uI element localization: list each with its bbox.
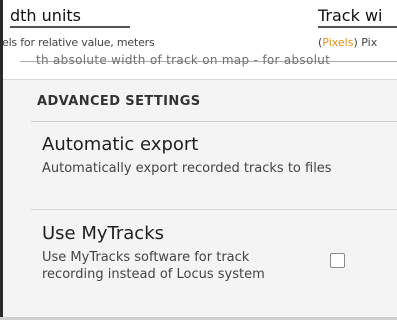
preference-divider [31, 209, 397, 210]
ghost-strike-line [20, 61, 397, 62]
width-units-description: els for relative value, meters [2, 36, 155, 49]
automatic-export-preference[interactable]: Automatic export Automatically export re… [42, 134, 382, 177]
use-mytracks-summary: Use MyTracks software for track recordin… [42, 250, 265, 282]
pixels-value: Pixels [322, 36, 354, 49]
ghost-description-text: th absolute width of track on map - for … [36, 53, 331, 67]
width-units-title: dth units [10, 6, 81, 25]
preference-header-fragment: dth units Track wi els for relative valu… [0, 0, 397, 78]
settings-list: ADVANCED SETTINGS Automatic export Autom… [0, 80, 397, 320]
value-suffix: ) Pix [353, 36, 378, 49]
track-width-title: Track wi [318, 6, 383, 25]
use-mytracks-checkbox[interactable] [330, 253, 345, 268]
left-edge-border [0, 0, 3, 320]
section-header-advanced-settings: ADVANCED SETTINGS [37, 94, 201, 109]
title-underline [10, 26, 130, 28]
title-underline-right [318, 26, 397, 28]
automatic-export-title: Automatic export [42, 134, 199, 155]
automatic-export-summary: Automatically export recorded tracks to … [42, 161, 332, 176]
track-width-value: (Pixels) Pix [318, 36, 377, 49]
use-mytracks-preference[interactable]: Use MyTracks Use MyTracks software for t… [42, 223, 312, 283]
section-divider [31, 121, 397, 122]
use-mytracks-title: Use MyTracks [42, 223, 165, 244]
